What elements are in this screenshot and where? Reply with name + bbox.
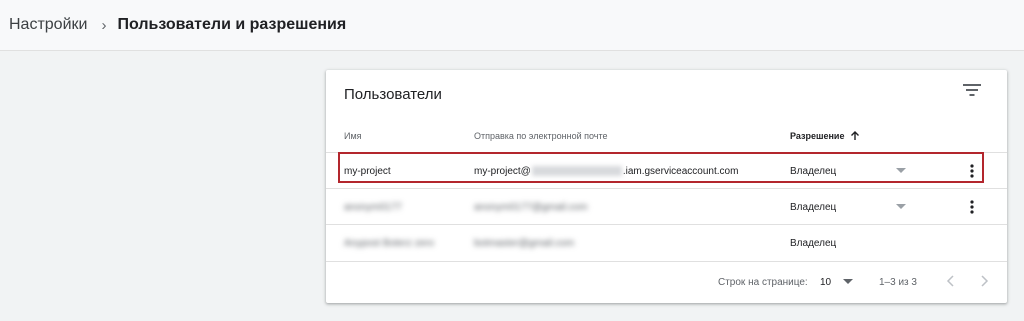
table-row[interactable]: Anypost Boterz zero botmaster@gmail.com …: [326, 224, 1007, 260]
more-vert-icon[interactable]: [966, 162, 978, 180]
redacted-block: [531, 166, 622, 176]
column-header-role-label: Разрешение: [790, 131, 845, 141]
user-role: Владелец: [790, 237, 837, 249]
users-card: Пользователи Имя Отправка по электронной…: [326, 70, 1007, 303]
user-email: botmaster@gmail.com: [474, 237, 575, 249]
filter-list-icon[interactable]: [963, 83, 981, 97]
more-vert-icon[interactable]: [966, 198, 978, 216]
column-header-role[interactable]: Разрешение: [790, 131, 860, 141]
user-name: anonym0177: [344, 201, 402, 213]
role-dropdown-arrow-icon[interactable]: [896, 168, 906, 174]
user-email: anonym0177@gmail.com: [474, 201, 588, 213]
pagination-bar: Строк на странице: 10 1–3 из 3: [326, 261, 1007, 303]
breadcrumb-settings-link[interactable]: Настройки: [9, 16, 87, 34]
breadcrumb: Настройки › Пользователи и разрешения: [0, 0, 1024, 51]
arrow-up-icon: [851, 131, 860, 140]
rows-per-page-select[interactable]: 10: [820, 277, 831, 288]
user-email-suffix: .iam.gserviceaccount.com: [622, 165, 739, 177]
breadcrumb-separator: ›: [101, 16, 107, 34]
table-row[interactable]: anonym0177 anonym0177@gmail.com Владелец: [326, 188, 1007, 224]
user-role: Владелец: [790, 165, 837, 177]
rows-per-page-label: Строк на странице:: [718, 277, 808, 288]
user-email: my-project@ .iam.gserviceaccount.com: [474, 153, 738, 189]
table-row[interactable]: my-project my-project@ .iam.gserviceacco…: [326, 152, 1007, 188]
chevron-down-icon[interactable]: [843, 279, 853, 285]
pagination-range: 1–3 из 3: [879, 277, 917, 288]
column-header-email[interactable]: Отправка по электронной почте: [474, 131, 608, 141]
chevron-left-icon[interactable]: [944, 274, 958, 288]
role-dropdown-arrow-icon[interactable]: [896, 204, 906, 210]
page-title: Пользователи и разрешения: [117, 16, 347, 33]
user-name: my-project: [344, 165, 391, 177]
chevron-right-icon[interactable]: [977, 274, 991, 288]
column-header-name[interactable]: Имя: [344, 131, 362, 141]
card-title: Пользователи: [344, 86, 442, 103]
user-email-prefix: my-project@: [474, 165, 531, 177]
user-role: Владелец: [790, 201, 837, 213]
user-name: Anypost Boterz zero: [344, 237, 435, 249]
